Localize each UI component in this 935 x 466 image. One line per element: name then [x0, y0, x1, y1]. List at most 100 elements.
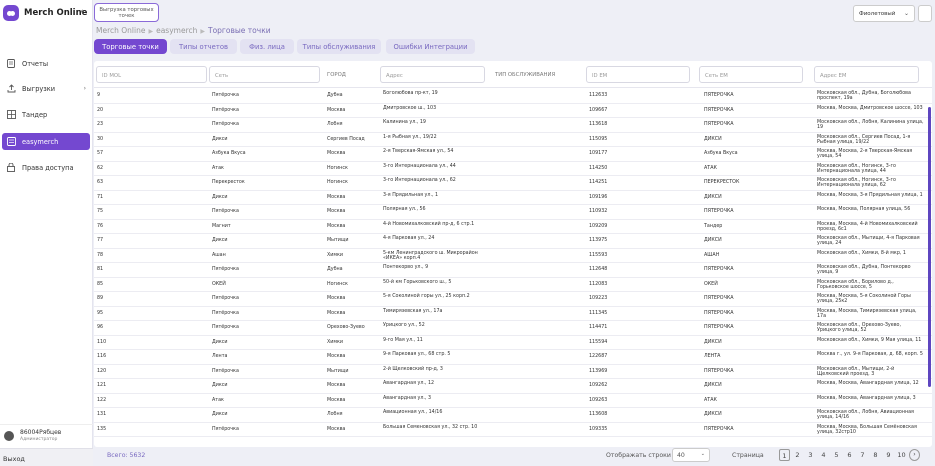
- table-row[interactable]: 75 Пятёрочка Москва Полярная ул., 56 110932 П…: [94, 205, 932, 220]
- table-row[interactable]: 62 Атак Ногинск 3-го Интернационала ул., 44…: [94, 162, 932, 176]
- table-row[interactable]: 96 Пятёрочка Орехово-Зуево Урицкого ул., 52…: [94, 321, 932, 336]
- breadcrumb-item[interactable]: Merch Online: [96, 26, 145, 35]
- cell-set-em: ПЯТЕРОЧКА: [704, 325, 734, 330]
- filter-id-mol[interactable]: ID MOL: [96, 66, 207, 83]
- rows-per-page-label: Отображать строки: [606, 452, 671, 459]
- tab-trade-points[interactable]: Торговые точки: [94, 39, 167, 54]
- table-row[interactable]: 85 ОКЕЙ Ногинск 50-й км Горьковского ш., 5 1…: [94, 278, 932, 292]
- cell-id-em: 109196: [589, 194, 608, 200]
- column-header-city: ГОРОД: [322, 66, 377, 83]
- filter-address-em[interactable]: Адрес EM: [814, 66, 919, 83]
- table-row[interactable]: 81 Пятёрочка Дубна Понтекорво ул., 9 112648 П…: [94, 263, 932, 278]
- sidebar-item-exports[interactable]: Выгрузки ›: [2, 80, 90, 97]
- chevron-right-icon: ›: [83, 85, 86, 92]
- cell-address: Авангардная ул., 12: [383, 381, 435, 386]
- cell-address-em: Москва, Москва, Дмитровское шоссе, 103: [817, 105, 923, 111]
- cell-set-em: ПЯТЕРОЧКА: [704, 209, 734, 214]
- cell-id-em: 114251: [589, 180, 608, 185]
- cell-id-mol: 75: [97, 209, 104, 214]
- cell-id-mol: 121: [97, 383, 107, 388]
- user-profile[interactable]: 86004Рябцев Администратор: [0, 424, 93, 446]
- cell-address-em: Москва, Москва, Полярная улица, 56: [817, 207, 911, 212]
- breadcrumb-separator-icon: ▶: [148, 28, 154, 35]
- cell-set: Дикси: [212, 412, 228, 417]
- sidebar-item-easymerch[interactable]: easymerch: [2, 133, 90, 150]
- cell-city: Москва: [327, 151, 346, 156]
- table-row[interactable]: 30 Дикси Сергиев Посад 1-я Рыбная ул., 19/2…: [94, 133, 932, 147]
- filter-address[interactable]: Адрес: [380, 66, 485, 83]
- cell-address: 3-го Интернационала ул., 44: [383, 163, 456, 169]
- tab-report-types[interactable]: Типы отчетов: [170, 39, 237, 54]
- cell-set-em: АШАН: [704, 252, 720, 258]
- page-button[interactable]: 2: [792, 449, 803, 461]
- table-row[interactable]: 23 Пятёрочка Лобня Калинина ул., 19 113618 ПЯ…: [94, 118, 932, 133]
- table-row[interactable]: 9 Пятёрочка Дубна Боголюбова пр-кт, 19 11263…: [94, 89, 932, 104]
- scrollbar[interactable]: [928, 107, 931, 387]
- table-row[interactable]: 63 Перекресток Ногинск 3-го Интернационала …: [94, 176, 932, 191]
- app-root: Merch Online ‹ Отчеты Выгрузки › Тандер …: [0, 0, 935, 466]
- page-label: Страница: [732, 452, 764, 459]
- table-row[interactable]: 78 Ашан Химки 5-км Ленинградского ш. Микрор…: [94, 249, 932, 263]
- export-trade-points-button[interactable]: Выгрузка торговых точек: [94, 3, 159, 22]
- page-button[interactable]: 1: [779, 449, 790, 461]
- top-right-button[interactable]: [918, 5, 932, 22]
- cell-address-em: Московская обл., Лобня, Авиационная улиц…: [817, 410, 914, 421]
- table-row[interactable]: 121 Дикси Москва Авангардная ул., 12 109262 Д…: [94, 379, 932, 394]
- cell-city: Ногинск: [327, 180, 348, 185]
- sidebar-item-access-rights[interactable]: Права доступа: [2, 159, 90, 176]
- page-button[interactable]: 4: [818, 449, 829, 461]
- filter-set-em[interactable]: Сеть EM: [699, 66, 803, 83]
- page-button[interactable]: 8: [870, 449, 881, 461]
- page-button[interactable]: 3: [805, 449, 816, 461]
- sidebar-item-reports[interactable]: Отчеты: [2, 55, 90, 72]
- table-row[interactable]: 135 Пятёрочка Москва Большая Семеновская ул…: [94, 423, 932, 437]
- table-row[interactable]: 20 Пятёрочка Москва Дмитровское ш., 103 1096…: [94, 104, 932, 118]
- theme-select[interactable]: Фиолетовый ⌄: [853, 5, 915, 22]
- rows-per-page-value: 40: [677, 452, 685, 459]
- table-row[interactable]: 116 Лента Москва 9-я Парковая ул., 68 стр. …: [94, 350, 932, 365]
- cell-set-em: ПЯТЕРОЧКА: [704, 310, 734, 316]
- cell-city: Лобня: [327, 122, 343, 127]
- cell-id-mol: 23: [97, 122, 104, 127]
- brand[interactable]: Merch Online: [3, 3, 87, 23]
- page-button[interactable]: 9: [883, 449, 894, 461]
- page-button[interactable]: 6: [844, 449, 855, 461]
- filter-set[interactable]: Сеть: [209, 66, 320, 83]
- document-icon: [6, 59, 16, 69]
- cell-set-em: ДИКСИ: [704, 339, 722, 345]
- logout-button[interactable]: Выход: [0, 448, 93, 466]
- tab-service-types[interactable]: Типы обслуживания: [297, 39, 381, 54]
- tab-individuals[interactable]: Физ. лица: [240, 39, 294, 54]
- page-button[interactable]: 5: [831, 449, 842, 461]
- page-button[interactable]: 10: [896, 449, 907, 461]
- collapse-sidebar-icon[interactable]: ‹: [80, 7, 84, 17]
- cell-set-em: ДИКСИ: [704, 136, 722, 142]
- cell-set-em: ПЕРЕКРЕСТОК: [704, 180, 740, 185]
- next-page-icon[interactable]: ›: [909, 449, 920, 461]
- table-row[interactable]: 131 Дикси Лобня Авиационная ул., 14/16 11360…: [94, 408, 932, 423]
- table-row[interactable]: 71 Дикси Москва 3-я Прядильная ул., 1 109196…: [94, 191, 932, 205]
- tab-integration-errors[interactable]: Ошибки Интеграции: [386, 39, 475, 54]
- cell-id-em: 112083: [589, 281, 608, 287]
- grid-icon: [6, 110, 16, 120]
- page-button[interactable]: 7: [857, 449, 868, 461]
- sidebar-item-tander[interactable]: Тандер: [2, 106, 90, 123]
- table-row[interactable]: 76 Магнит Москва 4-й Новомихалковский пр-д,…: [94, 220, 932, 234]
- cell-city: Москва: [327, 194, 346, 200]
- table-row[interactable]: 122 Атак Москва Авангардная ул., 3 109263 АТА…: [94, 394, 932, 408]
- table-row[interactable]: 120 Пятёрочка Мытищи 2-й Щелковский пр-д, 3…: [94, 365, 932, 379]
- cell-id-mol: 110: [97, 339, 107, 345]
- rows-per-page-select[interactable]: 40 ⌄: [672, 448, 710, 462]
- cell-address-em: Москва, Москва, 3-я Прядильная улица, 1: [817, 192, 923, 198]
- cell-id-em: 109223: [589, 296, 608, 301]
- table-row[interactable]: 77 Дикси Мытищи 4-я Парковая ул., 24 113975 Д…: [94, 234, 932, 249]
- cell-set-em: ПЯТЕРОЧКА: [704, 267, 734, 272]
- filter-id-em[interactable]: ID EM: [586, 66, 690, 83]
- table-row[interactable]: 110 Дикси Химки 9-го Мая ул., 11 115594 ДИКСИ…: [94, 336, 932, 350]
- table-row[interactable]: 57 Азбука Вкуса Москва 2-я Тверская-Ямская …: [94, 147, 932, 162]
- breadcrumb-item[interactable]: easymerch: [156, 26, 197, 35]
- cell-address: 4-й Новомихалковский пр-д, 6 стр.1: [383, 221, 475, 227]
- table-row[interactable]: 89 Пятёрочка Москва 5-я Соколиной горы ул.,…: [94, 292, 932, 307]
- logo-icon: [3, 5, 19, 21]
- table-row[interactable]: 95 Пятёрочка Москва Тимирязевская ул., 17а 1…: [94, 307, 932, 321]
